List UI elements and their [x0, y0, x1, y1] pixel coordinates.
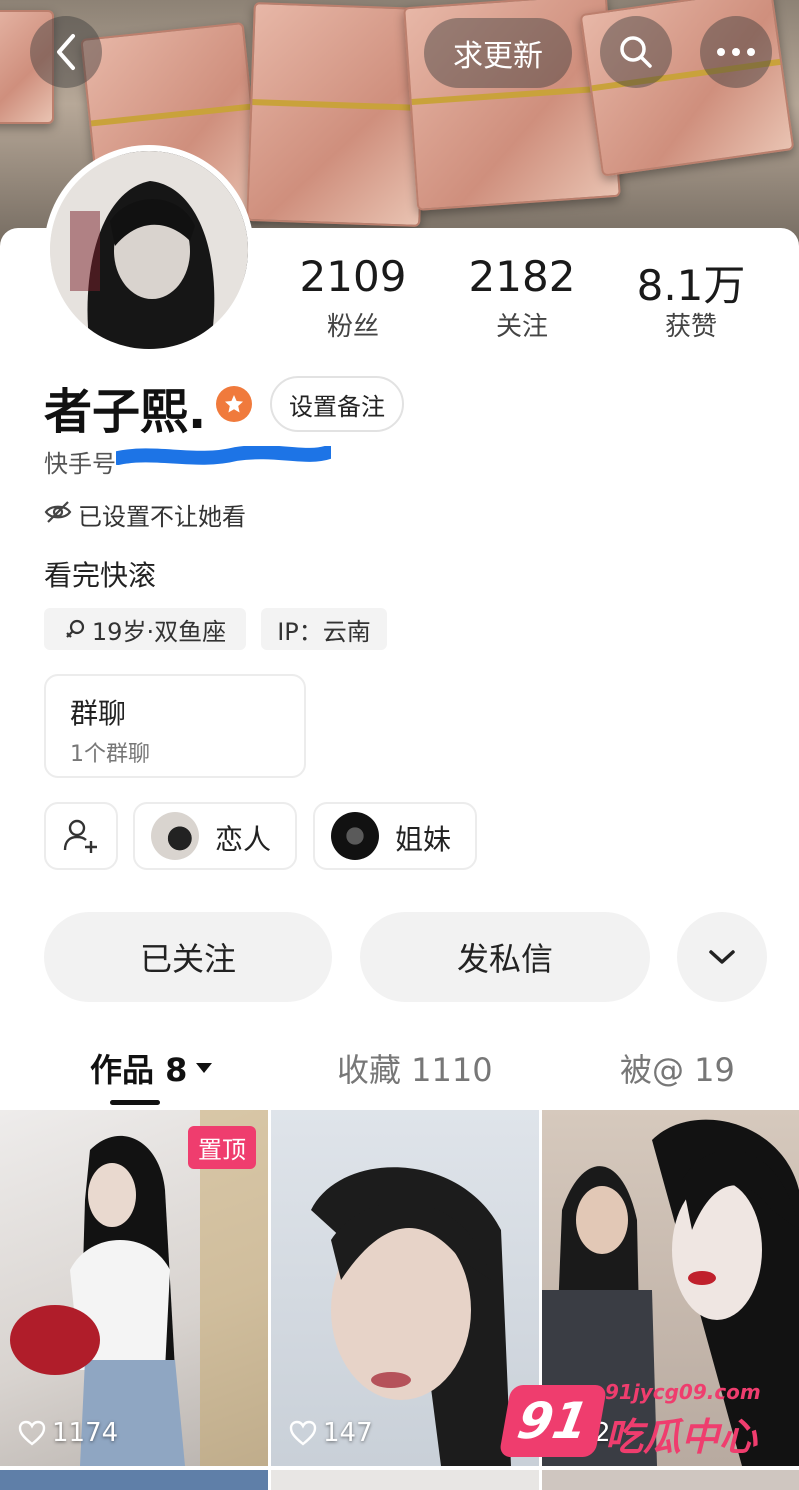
age-tag-label: 19岁·双鱼座: [91, 617, 227, 646]
pinned-badge: 置顶: [188, 1126, 256, 1169]
following-label[interactable]: 关注: [442, 306, 602, 343]
add-user-icon: [63, 819, 97, 853]
relation-avatar: [331, 812, 379, 860]
likes-label[interactable]: 获赞: [611, 306, 771, 343]
more-button[interactable]: [700, 16, 772, 88]
video-likes: 147: [289, 1418, 373, 1448]
fans-count[interactable]: 2109: [273, 252, 433, 301]
heart-icon: [18, 1420, 46, 1446]
request-update-label: 求更新: [453, 39, 543, 74]
group-chat-title: 群聊: [70, 697, 127, 730]
tab-mentions[interactable]: 被@ 19: [620, 1045, 735, 1091]
video-tile-peek: [0, 1470, 268, 1490]
caret-down-icon: [196, 1063, 213, 1073]
request-update-button[interactable]: 求更新: [424, 18, 572, 88]
banner-image-part: [246, 2, 428, 227]
tab-works-label: 作品 8: [90, 1051, 188, 1089]
video-likes-count: 1174: [52, 1418, 119, 1448]
hidden-eye-icon: [44, 500, 72, 524]
avatar-image: [50, 151, 248, 349]
following-button[interactable]: 已关注: [44, 912, 332, 1002]
following-count[interactable]: 2182: [442, 252, 602, 301]
redacted-id: [111, 445, 336, 468]
likes-count[interactable]: 8.1万: [611, 252, 771, 313]
relation-sister[interactable]: 姐妹: [313, 802, 477, 870]
video-thumbnail: [311, 1167, 511, 1466]
age-tag: 19岁·双鱼座: [44, 608, 246, 650]
relation-avatar: [151, 812, 199, 860]
ip-tag: IP：云南: [261, 608, 387, 650]
relation-sister-label: 姐妹: [395, 823, 452, 856]
video-likes: 1174: [18, 1418, 118, 1448]
kuaishou-id-label: 快手号: [44, 450, 116, 478]
avatar[interactable]: [44, 145, 254, 355]
search-icon: [620, 36, 652, 68]
star-icon: [225, 395, 243, 413]
female-icon: [66, 619, 85, 638]
relation-lover[interactable]: 恋人: [133, 802, 297, 870]
verified-badge: [216, 386, 252, 422]
profile-name: 者子熙.: [44, 384, 207, 440]
video-tile-peek: [542, 1470, 799, 1490]
video-tile[interactable]: 147: [271, 1110, 539, 1466]
heart-icon: [289, 1420, 317, 1446]
video-tile-peek: [271, 1470, 539, 1490]
bio: 看完快滚: [44, 559, 157, 592]
more-icon: [717, 48, 755, 56]
chevron-down-icon: [709, 950, 735, 964]
hidden-notice: 已设置不让她看: [78, 503, 246, 531]
watermark-logo: 91: [498, 1385, 608, 1457]
back-icon: [57, 34, 75, 70]
tab-favorites[interactable]: 收藏 1110: [337, 1045, 493, 1091]
relation-lover-label: 恋人: [215, 823, 272, 856]
group-chat-card[interactable]: 群聊 1个群聊: [44, 674, 306, 778]
group-chat-subtitle: 1个群聊: [70, 742, 150, 767]
watermark-domain: 91jycg09.com: [605, 1380, 761, 1404]
back-button[interactable]: [30, 16, 102, 88]
search-button[interactable]: [600, 16, 672, 88]
message-button[interactable]: 发私信: [360, 912, 650, 1002]
watermark-site-name: 吃瓜中心: [605, 1415, 758, 1459]
active-tab-indicator: [110, 1100, 160, 1105]
video-tile[interactable]: 置顶 1174: [0, 1110, 268, 1466]
add-relation-button[interactable]: [44, 802, 118, 870]
expand-button[interactable]: [677, 912, 767, 1002]
tab-works[interactable]: 作品 8: [90, 1045, 213, 1091]
set-remark-button[interactable]: 设置备注: [270, 376, 404, 432]
video-likes-count: 147: [323, 1418, 373, 1448]
fans-label[interactable]: 粉丝: [273, 306, 433, 343]
